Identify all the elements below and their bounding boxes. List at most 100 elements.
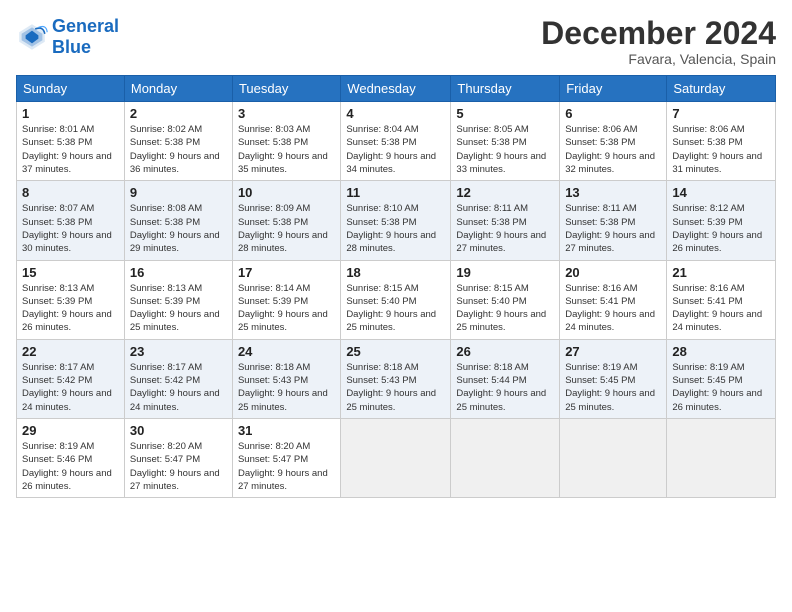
day-info: Sunrise: 8:04 AMSunset: 5:38 PMDaylight:…: [346, 123, 445, 176]
col-header-monday: Monday: [124, 76, 232, 102]
day-cell-9: 9 Sunrise: 8:08 AMSunset: 5:38 PMDaylight…: [124, 181, 232, 260]
day-info: Sunrise: 8:06 AMSunset: 5:38 PMDaylight:…: [565, 123, 661, 176]
empty-cell: [451, 418, 560, 497]
day-cell-12: 12 Sunrise: 8:11 AMSunset: 5:38 PMDayligh…: [451, 181, 560, 260]
day-info: Sunrise: 8:18 AMSunset: 5:44 PMDaylight:…: [456, 361, 554, 414]
day-cell-22: 22 Sunrise: 8:17 AMSunset: 5:42 PMDayligh…: [17, 339, 125, 418]
day-number: 12: [456, 185, 554, 200]
day-number: 21: [672, 265, 770, 280]
col-header-sunday: Sunday: [17, 76, 125, 102]
day-cell-11: 11 Sunrise: 8:10 AMSunset: 5:38 PMDayligh…: [341, 181, 451, 260]
day-number: 3: [238, 106, 335, 121]
day-info: Sunrise: 8:14 AMSunset: 5:39 PMDaylight:…: [238, 282, 335, 335]
day-cell-5: 5 Sunrise: 8:05 AMSunset: 5:38 PMDaylight…: [451, 102, 560, 181]
day-cell-16: 16Sunrise: 8:13 AMSunset: 5:39 PMDayligh…: [124, 260, 232, 339]
day-number: 17: [238, 265, 335, 280]
day-cell-17: 17 Sunrise: 8:14 AMSunset: 5:39 PMDayligh…: [232, 260, 340, 339]
day-number: 8: [22, 185, 119, 200]
day-number: 5: [456, 106, 554, 121]
header: General Blue December 2024 Favara, Valen…: [16, 16, 776, 67]
day-info: Sunrise: 8:15 AMSunset: 5:40 PMDaylight:…: [456, 282, 554, 335]
day-info: Sunrise: 8:18 AMSunset: 5:43 PMDaylight:…: [346, 361, 445, 414]
day-cell-19: 19 Sunrise: 8:15 AMSunset: 5:40 PMDayligh…: [451, 260, 560, 339]
calendar-header-row: SundayMondayTuesdayWednesdayThursdayFrid…: [17, 76, 776, 102]
day-number: 9: [130, 185, 227, 200]
day-cell-29: 29 Sunrise: 8:19 AMSunset: 5:46 PMDayligh…: [17, 418, 125, 497]
col-header-wednesday: Wednesday: [341, 76, 451, 102]
day-info: Sunrise: 8:11 AMSunset: 5:38 PMDaylight:…: [565, 202, 661, 255]
day-info: Sunrise: 8:19 AMSunset: 5:45 PMDaylight:…: [672, 361, 770, 414]
day-info: Sunrise: 8:19 AMSunset: 5:45 PMDaylight:…: [565, 361, 661, 414]
day-info: Sunrise: 8:05 AMSunset: 5:38 PMDaylight:…: [456, 123, 554, 176]
day-info: Sunrise: 8:03 AMSunset: 5:38 PMDaylight:…: [238, 123, 335, 176]
day-info: Sunrise: 8:17 AMSunset: 5:42 PMDaylight:…: [130, 361, 227, 414]
day-number: 30: [130, 423, 227, 438]
empty-cell: [341, 418, 451, 497]
day-cell-2: 2 Sunrise: 8:02 AMSunset: 5:38 PMDaylight…: [124, 102, 232, 181]
day-cell-23: 23 Sunrise: 8:17 AMSunset: 5:42 PMDayligh…: [124, 339, 232, 418]
day-number: 31: [238, 423, 335, 438]
day-cell-27: 27 Sunrise: 8:19 AMSunset: 5:45 PMDayligh…: [560, 339, 667, 418]
day-info: Sunrise: 8:16 AMSunset: 5:41 PMDaylight:…: [565, 282, 661, 335]
empty-cell: [667, 418, 776, 497]
day-cell-25: 25 Sunrise: 8:18 AMSunset: 5:43 PMDayligh…: [341, 339, 451, 418]
col-header-friday: Friday: [560, 76, 667, 102]
day-number: 29: [22, 423, 119, 438]
day-number: 27: [565, 344, 661, 359]
day-info: Sunrise: 8:11 AMSunset: 5:38 PMDaylight:…: [456, 202, 554, 255]
day-cell-8: 8 Sunrise: 8:07 AMSunset: 5:38 PMDaylight…: [17, 181, 125, 260]
day-number: 13: [565, 185, 661, 200]
day-number: 7: [672, 106, 770, 121]
day-cell-6: 6 Sunrise: 8:06 AMSunset: 5:38 PMDaylight…: [560, 102, 667, 181]
day-info: Sunrise: 8:13 AMSunset: 5:39 PMDaylight:…: [22, 282, 119, 335]
empty-cell: [560, 418, 667, 497]
day-info: Sunrise: 8:16 AMSunset: 5:41 PMDaylight:…: [672, 282, 770, 335]
day-cell-3: 3 Sunrise: 8:03 AMSunset: 5:38 PMDaylight…: [232, 102, 340, 181]
week-row-4: 22 Sunrise: 8:17 AMSunset: 5:42 PMDayligh…: [17, 339, 776, 418]
col-header-saturday: Saturday: [667, 76, 776, 102]
week-row-2: 8 Sunrise: 8:07 AMSunset: 5:38 PMDaylight…: [17, 181, 776, 260]
day-number: 20: [565, 265, 661, 280]
logo-icon: [16, 21, 48, 53]
day-info: Sunrise: 8:06 AMSunset: 5:38 PMDaylight:…: [672, 123, 770, 176]
day-cell-4: 4Sunrise: 8:04 AMSunset: 5:38 PMDaylight…: [341, 102, 451, 181]
day-info: Sunrise: 8:17 AMSunset: 5:42 PMDaylight:…: [22, 361, 119, 414]
day-cell-24: 24 Sunrise: 8:18 AMSunset: 5:43 PMDayligh…: [232, 339, 340, 418]
day-info: Sunrise: 8:01 AMSunset: 5:38 PMDaylight:…: [22, 123, 119, 176]
logo-text: General Blue: [52, 16, 119, 58]
day-cell-13: 13 Sunrise: 8:11 AMSunset: 5:38 PMDayligh…: [560, 181, 667, 260]
week-row-1: 1Sunrise: 8:01 AMSunset: 5:38 PMDaylight…: [17, 102, 776, 181]
day-number: 2: [130, 106, 227, 121]
day-number: 26: [456, 344, 554, 359]
month-title: December 2024: [541, 16, 776, 51]
day-cell-18: 18Sunrise: 8:15 AMSunset: 5:40 PMDayligh…: [341, 260, 451, 339]
day-info: Sunrise: 8:13 AMSunset: 5:39 PMDaylight:…: [130, 282, 227, 335]
page: General Blue December 2024 Favara, Valen…: [0, 0, 792, 508]
day-number: 22: [22, 344, 119, 359]
day-info: Sunrise: 8:08 AMSunset: 5:38 PMDaylight:…: [130, 202, 227, 255]
day-cell-1: 1Sunrise: 8:01 AMSunset: 5:38 PMDaylight…: [17, 102, 125, 181]
day-number: 23: [130, 344, 227, 359]
day-number: 19: [456, 265, 554, 280]
day-cell-14: 14Sunrise: 8:12 AMSunset: 5:39 PMDayligh…: [667, 181, 776, 260]
col-header-thursday: Thursday: [451, 76, 560, 102]
day-cell-31: 31Sunrise: 8:20 AMSunset: 5:47 PMDayligh…: [232, 418, 340, 497]
day-info: Sunrise: 8:09 AMSunset: 5:38 PMDaylight:…: [238, 202, 335, 255]
col-header-tuesday: Tuesday: [232, 76, 340, 102]
day-number: 11: [346, 185, 445, 200]
day-cell-15: 15Sunrise: 8:13 AMSunset: 5:39 PMDayligh…: [17, 260, 125, 339]
day-number: 24: [238, 344, 335, 359]
day-number: 25: [346, 344, 445, 359]
day-info: Sunrise: 8:19 AMSunset: 5:46 PMDaylight:…: [22, 440, 119, 493]
title-area: December 2024 Favara, Valencia, Spain: [541, 16, 776, 67]
day-number: 6: [565, 106, 661, 121]
day-number: 28: [672, 344, 770, 359]
day-info: Sunrise: 8:07 AMSunset: 5:38 PMDaylight:…: [22, 202, 119, 255]
week-row-5: 29 Sunrise: 8:19 AMSunset: 5:46 PMDayligh…: [17, 418, 776, 497]
day-info: Sunrise: 8:18 AMSunset: 5:43 PMDaylight:…: [238, 361, 335, 414]
day-info: Sunrise: 8:10 AMSunset: 5:38 PMDaylight:…: [346, 202, 445, 255]
day-info: Sunrise: 8:02 AMSunset: 5:38 PMDaylight:…: [130, 123, 227, 176]
day-cell-21: 21 Sunrise: 8:16 AMSunset: 5:41 PMDayligh…: [667, 260, 776, 339]
location: Favara, Valencia, Spain: [541, 51, 776, 67]
day-number: 18: [346, 265, 445, 280]
